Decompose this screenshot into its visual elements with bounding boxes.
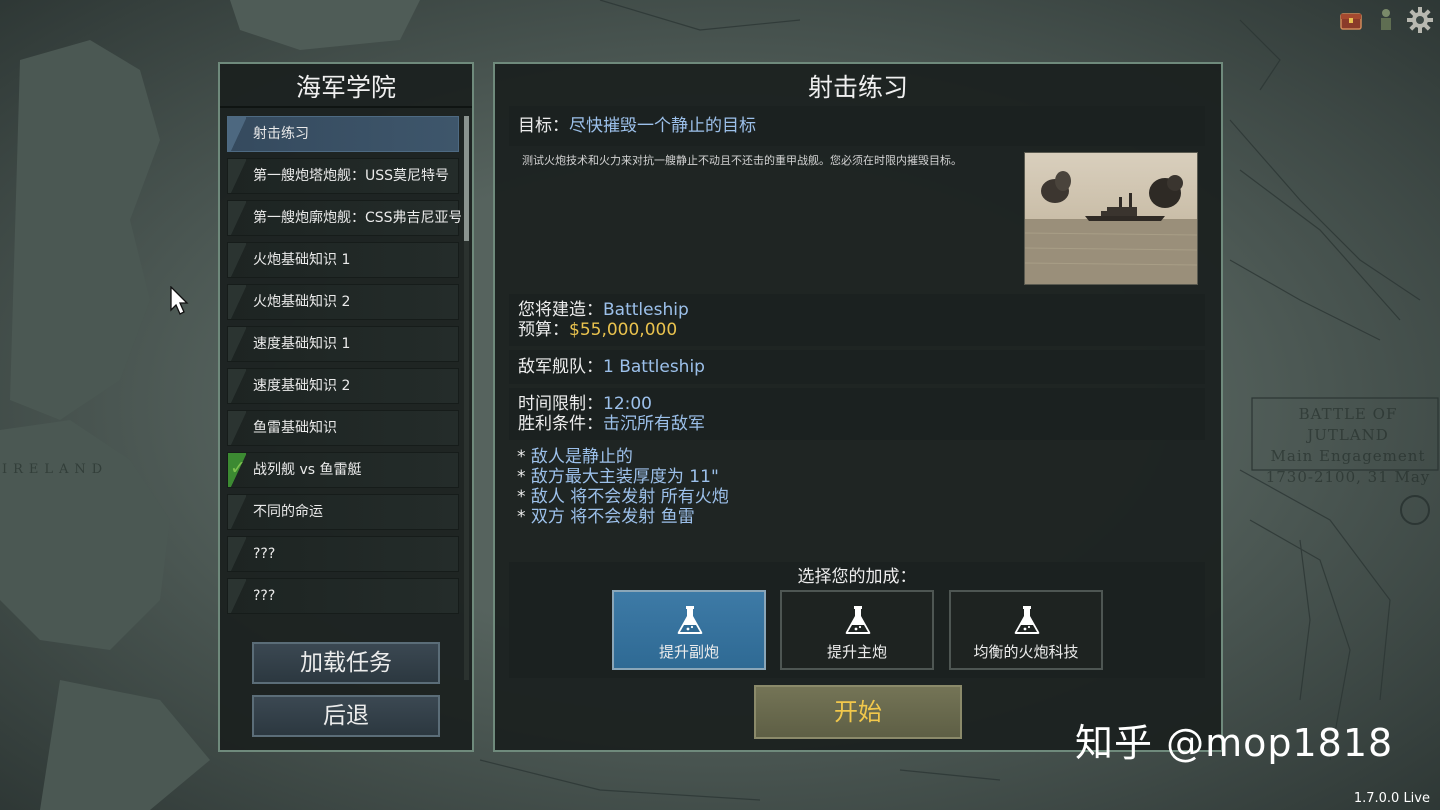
build-row: 您将建造：Battleship 预算：$55,000,000 (509, 294, 1205, 346)
academy-panel: 海军学院 射击练习第一艘炮塔炮舰：USS莫尼特号 第一艘炮廓炮舰：CSS弗吉尼亚号… (218, 62, 474, 752)
gear-icon[interactable] (1406, 6, 1434, 34)
bonus-balanced-tech-button[interactable]: 均衡的火炮科技 (949, 590, 1103, 670)
build-value: Battleship (603, 300, 689, 320)
bonus-label: 提升副炮 (658, 643, 719, 661)
mission-list[interactable]: 射击练习第一艘炮塔炮舰：USS莫尼特号 第一艘炮廓炮舰：CSS弗吉尼亚号 火炮基础知… (227, 114, 461, 680)
mission-item[interactable]: 鱼雷基础知识 (227, 410, 459, 446)
bonus-area: 选择您的加成： 提升副炮 提升主炮 均衡的火炮科技 (509, 562, 1205, 678)
note-item: * 敌人是静止的 (517, 447, 633, 467)
mission-item-label: 战列舰 vs 鱼雷艇 (253, 462, 362, 478)
version-label: 1.7.0.0 Live (1353, 791, 1430, 806)
bonus-label: 均衡的火炮科技 (973, 643, 1079, 661)
mission-item[interactable]: 不同的命运 (227, 494, 459, 530)
time-row: 时间限制：12:00 胜利条件：击沉所有敌军 (509, 388, 1205, 440)
bonus-main-guns-button[interactable]: 提升主炮 (780, 590, 934, 670)
map-jutland-label: BATTLE OF JUTLAND Main Engagement 1730-2… (1265, 405, 1431, 486)
mission-item-label: 速度基础知识 1 (253, 336, 351, 352)
soldier-icon[interactable] (1372, 6, 1400, 34)
mission-item-label: 不同的命运 (253, 504, 323, 520)
scrollbar-thumb[interactable] (464, 116, 469, 241)
objective-label: 目标： (518, 116, 569, 136)
note-item: * 敌人 将不会发射 所有火炮 (517, 487, 729, 507)
objective-row: 目标：尽快摧毁一个静止的目标 (509, 106, 1205, 146)
load-mission-button[interactable]: 加载任务 (252, 642, 440, 684)
mission-item[interactable]: ??? (227, 536, 459, 572)
mission-item-label: 火炮基础知识 1 (253, 252, 351, 268)
mission-item[interactable]: 速度基础知识 2 (227, 368, 459, 404)
budget-value: $55,000,000 (569, 320, 678, 340)
fleet-value: 1 Battleship (603, 357, 705, 377)
mission-item[interactable]: 火炮基础知识 2 (227, 284, 459, 320)
mission-item[interactable]: 第一艘炮廓炮舰：CSS弗吉尼亚号 (227, 200, 461, 236)
fleet-label: 敌军舰队： (518, 357, 603, 377)
cursor-icon (170, 286, 189, 315)
academy-title: 海军学院 (220, 68, 472, 108)
start-button[interactable]: 开始 (754, 685, 962, 739)
victory-label: 胜利条件： (518, 414, 603, 434)
time-value: 12:00 (603, 394, 652, 414)
mission-item-label: ??? (253, 546, 276, 562)
mission-item[interactable]: 射击练习 (227, 116, 459, 152)
note-item: * 双方 将不会发射 鱼雷 (517, 507, 695, 527)
fleet-row: 敌军舰队：1 Battleship (509, 350, 1205, 384)
bonus-title: 选择您的加成： (797, 567, 917, 587)
back-button[interactable]: 后退 (252, 695, 440, 737)
mission-item[interactable]: 第一艘炮塔炮舰：USS莫尼特号 (227, 158, 459, 194)
victory-value: 击沉所有敌军 (603, 414, 705, 434)
mission-list-scrollbar[interactable] (464, 116, 469, 680)
flask-icon (845, 606, 871, 634)
mission-description: 测试火炮技术和火力来对抗一艘静止不动且不还击的重甲战舰。您必须在时限内摧毁目标。 (522, 154, 962, 167)
mission-item-label: 第一艘炮廓炮舰：CSS弗吉尼亚号 (253, 210, 461, 226)
mission-item-label: 火炮基础知识 2 (253, 294, 351, 310)
mission-preview-image (1024, 152, 1198, 285)
flask-icon (1014, 606, 1040, 634)
mission-item[interactable]: 火炮基础知识 1 (227, 242, 459, 278)
flask-icon (677, 606, 703, 634)
mission-item-label: 射击练习 (253, 126, 309, 142)
watermark: 知乎 @mop1818 (1075, 721, 1394, 765)
map-ireland-label: IRELAND (2, 462, 109, 477)
mission-item-label: 速度基础知识 2 (253, 378, 351, 394)
mission-item[interactable]: 速度基础知识 1 (227, 326, 459, 362)
checkmark-icon: ✓ (230, 457, 246, 479)
mission-item-label: 鱼雷基础知识 (253, 420, 337, 436)
mission-item[interactable]: ✓ 战列舰 vs 鱼雷艇 (227, 452, 459, 488)
mission-panel: 射击练习 目标：尽快摧毁一个静止的目标 测试火炮技术和火力来对抗一艘静止不动且不… (493, 62, 1223, 752)
mission-notes: * 敌人是静止的 * 敌方最大主装厚度为 11" * 敌人 将不会发射 所有火炮… (517, 447, 729, 527)
build-label: 您将建造： (518, 300, 603, 320)
mission-title: 射击练习 (807, 73, 908, 102)
mission-item-label: 第一艘炮塔炮舰：USS莫尼特号 (253, 168, 450, 184)
objective-value: 尽快摧毁一个静止的目标 (569, 116, 756, 136)
chest-icon[interactable] (1337, 6, 1365, 34)
mission-item[interactable]: ??? (227, 578, 459, 614)
bonus-secondary-guns-button[interactable]: 提升副炮 (612, 590, 766, 670)
bonus-label: 提升主炮 (826, 643, 887, 661)
budget-label: 预算： (518, 320, 569, 340)
time-label: 时间限制： (518, 394, 603, 414)
note-item: * 敌方最大主装厚度为 11" (517, 467, 719, 487)
mission-item-label: ??? (253, 588, 276, 604)
